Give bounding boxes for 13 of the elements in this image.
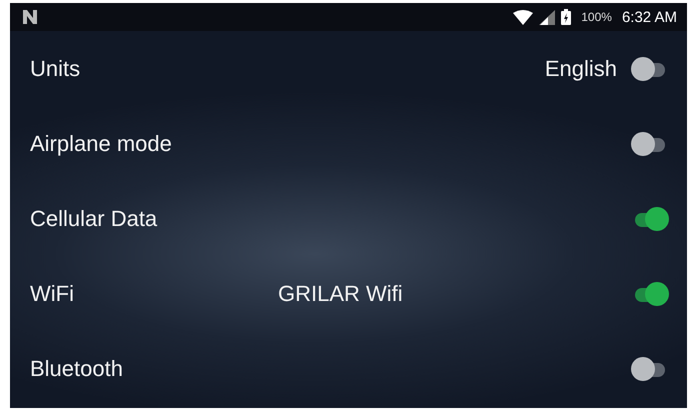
setting-label: Bluetooth [30, 356, 124, 382]
setting-value: GRILAR Wifi [278, 280, 404, 306]
clock: 6:32 AM [622, 8, 677, 26]
setting-label: WiFi [30, 280, 75, 306]
setting-value: English [544, 56, 617, 82]
n-logo-icon [22, 10, 38, 24]
battery-percent: 100% [581, 10, 612, 24]
signal-icon [539, 10, 556, 24]
wifi-icon [513, 10, 534, 24]
setting-label: Airplane mode [30, 130, 173, 156]
battery-icon [561, 9, 572, 25]
setting-label: Units [30, 56, 82, 82]
setting-label: Cellular Data [30, 206, 158, 232]
